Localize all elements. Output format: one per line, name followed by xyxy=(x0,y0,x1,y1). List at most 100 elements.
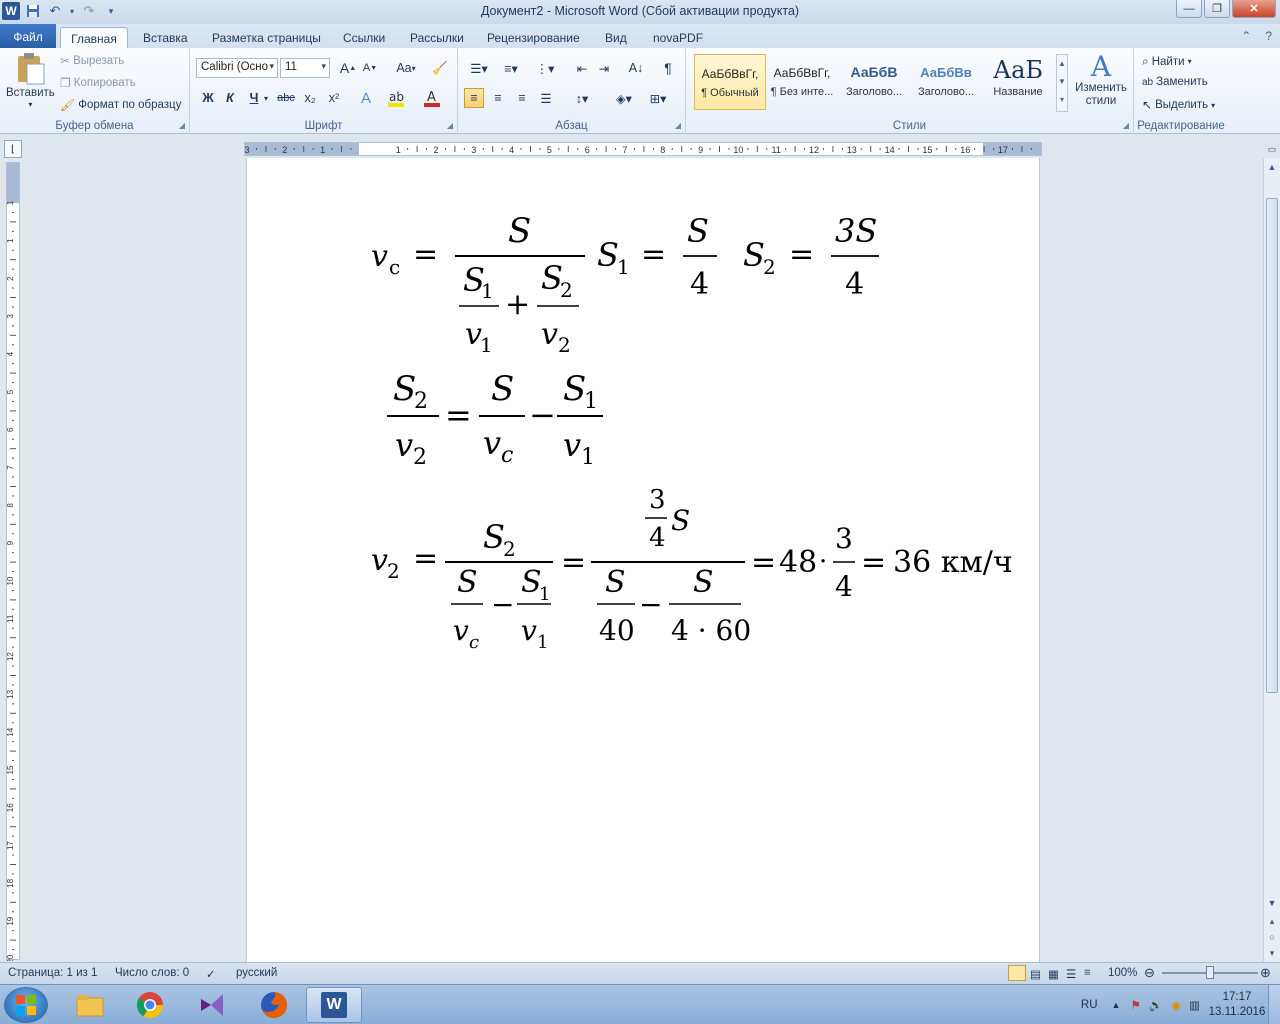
text-effects-icon[interactable]: A xyxy=(356,88,376,108)
previous-page-icon[interactable]: ▴ xyxy=(1266,914,1278,928)
numbering-icon[interactable]: ≡▾ xyxy=(498,58,524,78)
paste-button[interactable]: Вставить ▾ xyxy=(6,52,55,109)
align-right-icon[interactable]: ≡ xyxy=(512,88,532,108)
tab-view[interactable]: Вид xyxy=(605,27,627,48)
minimize-button[interactable]: — xyxy=(1176,0,1202,18)
sort-icon[interactable]: A↓ xyxy=(626,58,646,78)
document-page[interactable]: v c = S S 1 v 1 + S 2 v 2 S 1 = S 4 S 2 … xyxy=(246,158,1040,962)
vertical-ruler[interactable]: 11234567891011121314151617181920 xyxy=(6,162,20,961)
increase-indent-icon[interactable]: ⇥ xyxy=(594,58,614,78)
font-name-box[interactable]: Calibri (Осно ▾ xyxy=(196,58,278,78)
network-icon[interactable]: ▥ xyxy=(1189,998,1200,1012)
chrome-taskbar-button[interactable] xyxy=(122,987,178,1023)
web-layout-icon[interactable]: ▦ xyxy=(1048,967,1059,981)
superscript-button[interactable]: x² xyxy=(324,88,344,108)
full-screen-reading-icon[interactable]: ▤ xyxy=(1030,967,1041,981)
grow-font-button[interactable]: A ▲ xyxy=(338,58,358,78)
style-title[interactable]: АаБ Название xyxy=(982,54,1054,110)
shading-icon[interactable]: ◈▾ xyxy=(610,88,638,108)
scroll-down-icon[interactable]: ▼ xyxy=(1266,896,1278,910)
start-button[interactable] xyxy=(4,987,48,1023)
find-button[interactable]: ⌕ Найти ▾ xyxy=(1142,54,1192,69)
style-heading-2[interactable]: АаБбВв Заголово... xyxy=(910,54,982,110)
clear-formatting-icon[interactable]: 🧹 xyxy=(430,58,450,78)
decrease-indent-icon[interactable]: ⇤ xyxy=(572,58,592,78)
scroll-up-icon[interactable]: ▲ xyxy=(1266,160,1278,174)
align-left-icon[interactable]: ≡ xyxy=(464,88,484,108)
highlight-icon[interactable]: ab xyxy=(386,88,406,108)
style-heading-1[interactable]: АаБбВ Заголово... xyxy=(838,54,910,110)
tab-page-layout[interactable]: Разметка страницы xyxy=(212,27,321,48)
clock[interactable]: 17:17 13.11.2016 xyxy=(1206,990,1268,1020)
zoom-slider[interactable] xyxy=(1162,966,1258,979)
show-desktop-button[interactable] xyxy=(1268,985,1280,1024)
print-layout-icon[interactable] xyxy=(1008,965,1026,981)
draft-icon[interactable]: ≡ xyxy=(1084,967,1091,979)
proofing-icon[interactable]: ✓ xyxy=(206,967,216,981)
minimize-ribbon-icon[interactable]: ⌃ xyxy=(1241,29,1251,43)
explorer-taskbar-button[interactable] xyxy=(62,987,118,1023)
next-page-icon[interactable]: ▾ xyxy=(1266,946,1278,960)
italic-button[interactable]: К xyxy=(220,88,240,108)
paragraph-launcher-icon[interactable]: ◢ xyxy=(675,121,681,130)
word-count[interactable]: Число слов: 0 xyxy=(115,967,189,979)
shrink-font-button[interactable]: A ▼ xyxy=(360,58,380,78)
close-button[interactable]: ✕ xyxy=(1232,0,1276,18)
bullets-icon[interactable]: ☰▾ xyxy=(466,58,492,78)
clipboard-launcher-icon[interactable]: ◢ xyxy=(179,121,185,130)
underline-dropdown-icon[interactable]: ▾ xyxy=(256,88,276,108)
styles-launcher-icon[interactable]: ◢ xyxy=(1123,121,1129,130)
word-taskbar-button[interactable]: W xyxy=(306,987,362,1023)
font-size-box[interactable]: 11 ▾ xyxy=(280,58,330,78)
tab-references[interactable]: Ссылки xyxy=(343,27,385,48)
multilevel-list-icon[interactable]: ⋮▾ xyxy=(532,58,558,78)
cut-button[interactable]: ✂ Вырезать xyxy=(60,54,124,68)
tab-novapdf[interactable]: novaPDF xyxy=(653,27,703,48)
tab-mailings[interactable]: Рассылки xyxy=(410,27,464,48)
language[interactable]: русский xyxy=(236,967,277,979)
avast-icon[interactable]: ◉ xyxy=(1171,998,1181,1012)
change-case-button[interactable]: Aa ▾ xyxy=(392,58,420,78)
font-color-icon[interactable]: A xyxy=(422,88,442,108)
styles-scroll[interactable]: ▲ ▼ ▾ xyxy=(1056,54,1068,112)
volume-icon[interactable]: 🔈 xyxy=(1149,998,1163,1012)
zoom-out-icon[interactable]: ⊖ xyxy=(1144,965,1155,981)
tab-file[interactable]: Файл xyxy=(0,24,56,48)
help-icon[interactable]: ? xyxy=(1265,29,1272,43)
show-formatting-icon[interactable]: ¶ xyxy=(658,58,678,78)
format-painter-button[interactable]: 🖌 Формат по образцу xyxy=(60,98,181,112)
justify-icon[interactable]: ☰ xyxy=(536,88,556,108)
zoom-level[interactable]: 100% xyxy=(1108,967,1137,979)
tab-insert[interactable]: Вставка xyxy=(143,27,188,48)
action-center-icon[interactable]: ⚑ xyxy=(1130,998,1140,1012)
tab-home[interactable]: Главная xyxy=(60,27,128,48)
outline-icon[interactable]: ☰ xyxy=(1066,967,1076,981)
horizontal-ruler[interactable]: 3 2 1 1 2 3 4 5 6 7 8 9 10 11 12 13 14 15 16 17 xyxy=(244,142,1042,156)
show-hidden-icons-icon[interactable]: ▲ xyxy=(1112,1000,1121,1010)
subscript-button[interactable]: x₂ xyxy=(300,88,320,108)
strikethrough-button[interactable]: abc xyxy=(276,88,296,108)
select-button[interactable]: ↖ Выделить ▾ xyxy=(1142,98,1215,112)
input-language[interactable]: RU xyxy=(1081,999,1098,1011)
scroll-thumb[interactable] xyxy=(1266,198,1278,693)
tab-review[interactable]: Рецензирование xyxy=(487,27,580,48)
line-spacing-icon[interactable]: ↕▾ xyxy=(568,88,596,108)
style-normal[interactable]: АаБбВвГг, ¶ Обычный xyxy=(694,54,766,110)
tab-selector[interactable]: ⌊ xyxy=(4,140,22,158)
style-no-spacing[interactable]: АаБбВвГг, ¶ Без инте... xyxy=(766,54,838,110)
change-styles-button[interactable]: A Изменить стили xyxy=(1074,52,1128,108)
align-center-icon[interactable]: ≡ xyxy=(488,88,508,108)
firefox-taskbar-button[interactable] xyxy=(246,987,302,1023)
borders-icon[interactable]: ⊞▾ xyxy=(644,88,672,108)
replace-button[interactable]: ab Заменить xyxy=(1142,76,1208,88)
bold-button[interactable]: Ж xyxy=(198,88,218,108)
zoom-slider-thumb[interactable] xyxy=(1206,966,1214,979)
restore-button[interactable]: ❐ xyxy=(1204,0,1230,18)
visual-studio-taskbar-button[interactable] xyxy=(184,987,240,1023)
font-launcher-icon[interactable]: ◢ xyxy=(447,121,453,130)
copy-button[interactable]: ❐ Копировать xyxy=(60,76,136,90)
vertical-scrollbar[interactable]: ▭ ▲ ▼ ▴ ○ ▾ xyxy=(1263,144,1280,962)
zoom-in-icon[interactable]: ⊕ xyxy=(1260,965,1271,981)
page-count[interactable]: Страница: 1 из 1 xyxy=(8,967,97,979)
select-browse-object-icon[interactable]: ○ xyxy=(1266,930,1278,944)
